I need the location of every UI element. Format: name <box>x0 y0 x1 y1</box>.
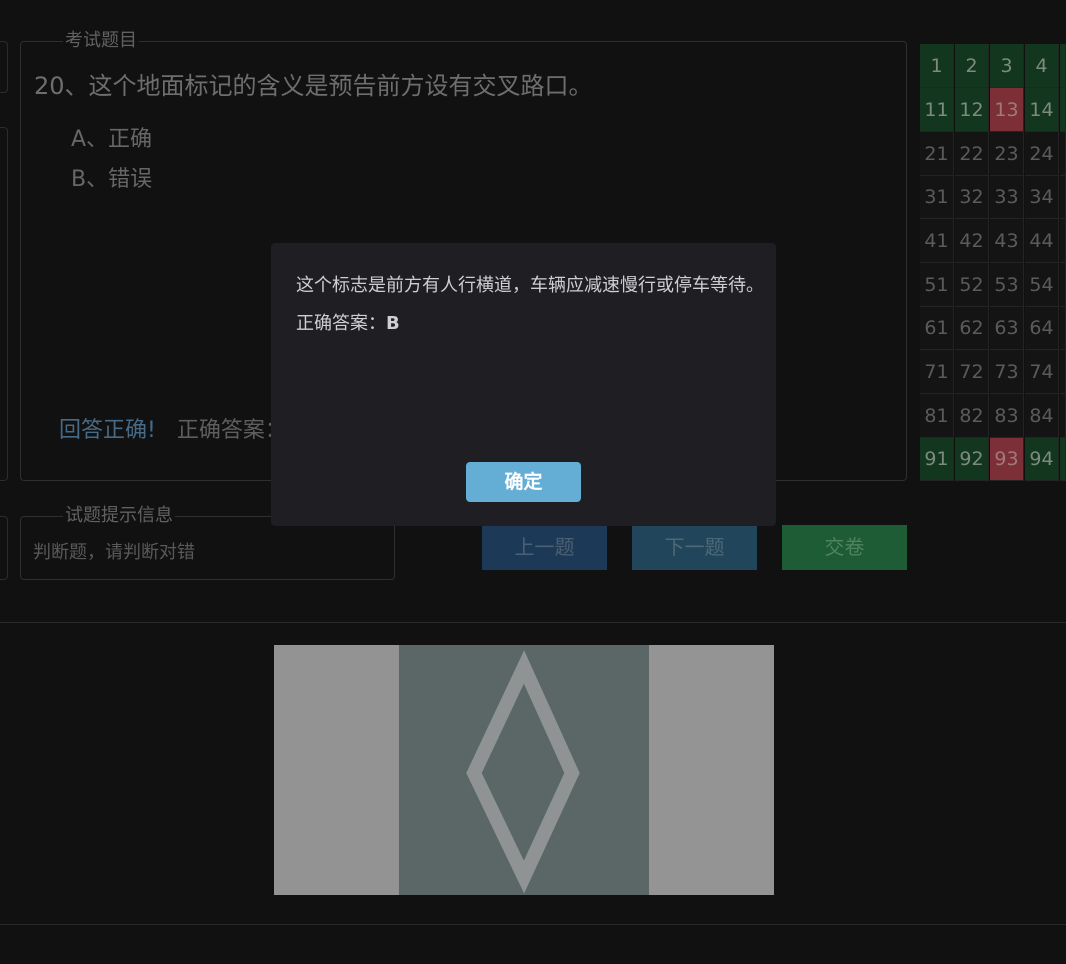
question-number-cell[interactable]: 52 <box>955 263 989 307</box>
question-number-cell[interactable]: 31 <box>920 176 954 219</box>
question-number-cell[interactable]: 34 <box>1025 176 1059 219</box>
dialog-answer-value: B <box>386 313 400 334</box>
question-number-cell[interactable]: 1 <box>920 44 954 88</box>
question-number-cell[interactable]: 92 <box>955 438 989 481</box>
hint-text: 判断题，请判断对错 <box>33 542 195 563</box>
question-number-cell[interactable]: 2 <box>955 44 989 88</box>
question-number-cell[interactable]: 3 <box>990 44 1024 88</box>
question-number-cell[interactable]: 41 <box>920 219 954 263</box>
option-b[interactable]: B、错误 <box>71 166 152 194</box>
feedback-result: 回答正确! <box>59 418 156 443</box>
question-number-cell[interactable]: 74 <box>1025 350 1059 394</box>
question-number-cell[interactable]: 51 <box>920 263 954 307</box>
question-number-cell[interactable]: 64 <box>1025 307 1059 350</box>
question-number-cell-clipped[interactable] <box>1060 438 1066 481</box>
question-number-cell[interactable]: 4 <box>1025 44 1059 88</box>
question-number-cell[interactable]: 61 <box>920 307 954 350</box>
divider-bottom <box>0 924 1066 925</box>
question-number-cell[interactable]: 23 <box>990 132 1024 176</box>
question-number-cell[interactable]: 62 <box>955 307 989 350</box>
next-question-button[interactable]: 下一题 <box>632 525 757 570</box>
question-number-cell[interactable]: 71 <box>920 350 954 394</box>
question-number-cell[interactable]: 21 <box>920 132 954 176</box>
option-a[interactable]: A、正确 <box>71 126 152 154</box>
question-number-cell-clipped[interactable] <box>1060 350 1066 394</box>
confirm-button[interactable]: 确定 <box>466 462 581 502</box>
divider-top <box>0 622 1066 623</box>
question-number-cell[interactable]: 53 <box>990 263 1024 307</box>
question-number-grid: 1 2 3 4 11 12 13 14 21 22 23 24 31 32 33 34 41 42 43 44 51 52… <box>920 44 1066 481</box>
question-number-cell[interactable]: 81 <box>920 394 954 438</box>
question-number-cell[interactable]: 82 <box>955 394 989 438</box>
question-number-cell[interactable]: 84 <box>1025 394 1059 438</box>
exam-legend: 考试题目 <box>63 30 139 51</box>
question-number-cell[interactable]: 93 <box>990 438 1024 481</box>
question-number-cell-clipped[interactable] <box>1060 132 1066 176</box>
question-number-cell[interactable]: 63 <box>990 307 1024 350</box>
question-number-cell[interactable]: 24 <box>1025 132 1059 176</box>
dialog-answer: 正确答案：B <box>296 309 400 335</box>
question-image <box>274 645 774 895</box>
question-number-cell-clipped[interactable] <box>1060 88 1066 132</box>
question-number-cell[interactable]: 32 <box>955 176 989 219</box>
left-panel-bottom <box>0 516 8 580</box>
question-number-cell-clipped[interactable] <box>1060 44 1066 88</box>
diamond-road-marking-image <box>274 645 774 895</box>
question-number-cell[interactable]: 43 <box>990 219 1024 263</box>
answer-feedback: 回答正确! 正确答案： <box>59 412 287 444</box>
question-number-cell-clipped[interactable] <box>1060 176 1066 219</box>
question-number-cell[interactable]: 12 <box>955 88 989 132</box>
hint-legend: 试题提示信息 <box>63 505 175 526</box>
question-number-cell[interactable]: 44 <box>1025 219 1059 263</box>
question-number-cell[interactable]: 83 <box>990 394 1024 438</box>
left-panel-top <box>0 41 8 93</box>
question-number-cell[interactable]: 13 <box>990 88 1024 132</box>
question-number-cell-clipped[interactable] <box>1060 263 1066 307</box>
question-number-cell[interactable]: 73 <box>990 350 1024 394</box>
submit-exam-button[interactable]: 交卷 <box>782 525 907 570</box>
question-number-cell-clipped[interactable] <box>1060 307 1066 350</box>
question-number-cell-clipped[interactable] <box>1060 394 1066 438</box>
answer-explanation-dialog: 这个标志是前方有人行横道，车辆应减速慢行或停车等待。 正确答案：B 确定 <box>271 243 776 526</box>
dialog-message: 这个标志是前方有人行横道，车辆应减速慢行或停车等待。 <box>296 275 764 296</box>
question-number-cell[interactable]: 54 <box>1025 263 1059 307</box>
question-number-cell[interactable]: 11 <box>920 88 954 132</box>
question-number-cell[interactable]: 72 <box>955 350 989 394</box>
question-number-cell[interactable]: 14 <box>1025 88 1059 132</box>
question-number-cell[interactable]: 22 <box>955 132 989 176</box>
question-number-cell[interactable]: 94 <box>1025 438 1059 481</box>
question-number-cell[interactable]: 91 <box>920 438 954 481</box>
question-number-cell[interactable]: 42 <box>955 219 989 263</box>
question-number-cell[interactable]: 33 <box>990 176 1024 219</box>
question-number-cell-clipped[interactable] <box>1060 219 1066 263</box>
left-panel-middle <box>0 127 8 481</box>
question-text: 20、这个地面标记的含义是预告前方设有交叉路口。 <box>34 72 593 100</box>
prev-question-button[interactable]: 上一题 <box>482 525 607 570</box>
dialog-answer-label: 正确答案： <box>296 313 386 334</box>
